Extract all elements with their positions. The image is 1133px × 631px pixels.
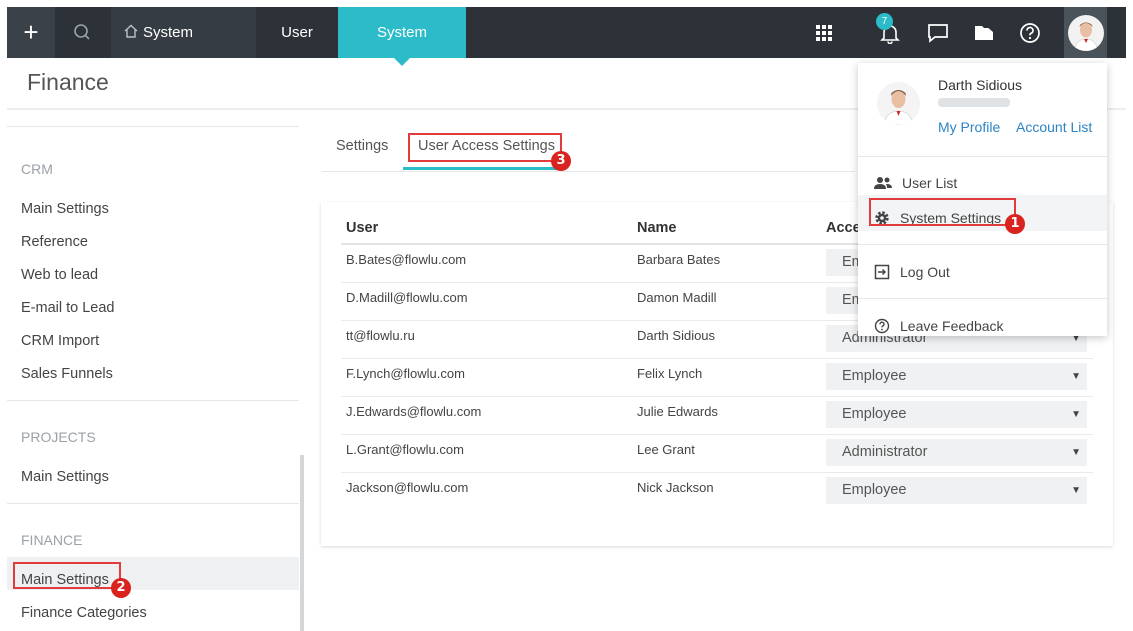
logout-icon [874,264,890,280]
access-select[interactable]: Employee ▼ [826,363,1087,390]
dropdown-avatar [877,82,920,125]
menu-item-label: Log Out [900,264,950,280]
callout-box-system-settings [869,198,1016,226]
sidebar-item-email-to-lead[interactable]: E-mail to Lead [21,300,115,316]
sidebar-divider [7,503,299,504]
callout-number-1: 1 [1005,214,1025,234]
user-email: F.Lynch@flowlu.com [346,366,465,381]
access-value: Employee [842,406,907,422]
user-email: D.Madill@flowlu.com [346,290,468,305]
sidebar-section-projects: PROJECTS [21,429,96,445]
sidebar-divider [7,400,299,401]
user-name: Julie Edwards [637,404,718,419]
access-select[interactable]: Employee ▼ [826,477,1087,504]
account-list-link[interactable]: Account List [1016,119,1092,135]
dropdown-divider [858,244,1107,245]
search-icon [74,24,90,40]
user-email: J.Edwards@flowlu.com [346,404,482,419]
column-header-name: Name [637,220,677,236]
tab-settings[interactable]: Settings [336,138,388,154]
chat-button[interactable] [916,7,960,58]
sidebar: CRM Main Settings Reference Web to lead … [7,110,305,631]
home-icon [124,24,138,38]
notification-badge: 7 [876,13,893,30]
menu-item-leave-feedback[interactable]: Leave Feedback [874,318,1004,334]
sidebar-section-crm: CRM [21,161,53,177]
caret-down-icon: ▼ [1071,447,1081,458]
help-circle-icon [874,318,890,334]
column-header-user: User [346,220,379,236]
dropdown-user-name: Darth Sidious [938,77,1023,93]
apps-grid-icon [816,24,832,41]
sidebar-item-projects-main-settings[interactable]: Main Settings [21,469,109,485]
row-divider [341,472,1093,473]
avatar-button[interactable] [1064,7,1107,58]
dropdown-divider [858,156,1107,157]
user-email: tt@flowlu.ru [346,328,415,343]
tab-system-settings-active[interactable]: System Settings [338,7,466,92]
dropdown-divider [858,298,1107,299]
help-button[interactable] [1008,7,1052,58]
user-name: Nick Jackson [637,480,714,495]
apps-grid-button[interactable] [802,7,846,58]
tab-user-list[interactable]: User List [256,7,338,92]
tab-home-system-settings[interactable]: System Settings [111,7,256,92]
users-icon [874,177,892,189]
blurred-email [938,98,1010,107]
access-select[interactable]: Administrator ▼ [826,439,1087,466]
documents-button[interactable] [962,7,1006,58]
menu-item-log-out[interactable]: Log Out [874,264,950,280]
callout-box-main-settings [13,562,121,589]
sidebar-scrollbar[interactable] [300,455,304,631]
search-button[interactable] [55,7,111,58]
caret-down-icon: ▼ [1071,409,1081,420]
chat-icon [928,23,948,43]
access-select[interactable]: Employee ▼ [826,401,1087,428]
access-value: Employee [842,368,907,384]
callout-number-3: 3 [551,151,571,171]
callout-box-user-access-settings [408,133,562,162]
sidebar-item-reference[interactable]: Reference [21,234,88,250]
sidebar-item-sales-funnels[interactable]: Sales Funnels [21,366,113,382]
tab-active-indicator [403,167,560,170]
sidebar-section-finance: FINANCE [21,532,83,548]
user-name: Barbara Bates [637,252,721,267]
notifications-button[interactable]: 7 [868,7,912,58]
access-value: Employee [842,482,907,498]
sidebar-divider [7,126,299,127]
row-divider [341,358,1093,359]
caret-down-icon: ▼ [1071,371,1081,382]
top-bar: + System Settings User List System Setti… [7,7,1126,92]
access-value: Administrator [842,444,928,460]
menu-item-user-list[interactable]: User List [874,175,957,191]
user-email: L.Grant@flowlu.com [346,442,464,457]
user-email: B.Bates@flowlu.com [346,252,467,267]
tabs-divider [322,171,855,172]
user-email: Jackson@flowlu.com [346,480,469,495]
row-divider [341,434,1093,435]
user-name: Felix Lynch [637,366,703,381]
page-title: Finance [27,69,109,95]
callout-number-2: 2 [111,578,131,598]
folder-icon [975,25,993,40]
user-name: Lee Grant [637,442,695,457]
app-frame: + System Settings User List System Setti… [7,7,1126,631]
sidebar-item-web-to-lead[interactable]: Web to lead [21,267,98,283]
my-profile-link[interactable]: My Profile [938,119,1000,135]
plus-icon[interactable]: + [7,7,55,58]
caret-down-icon: ▼ [1071,485,1081,496]
menu-item-label: User List [902,175,958,191]
menu-item-label: Leave Feedback [900,318,1004,334]
sidebar-item-crm-import[interactable]: CRM Import [21,333,99,349]
sidebar-item-finance-categories[interactable]: Finance Categories [21,605,147,621]
avatar [1067,14,1104,51]
row-divider [341,396,1093,397]
user-name: Damon Madill [637,290,717,305]
help-icon [1020,22,1040,43]
user-name: Darth Sidious [637,328,716,343]
sidebar-item-crm-main-settings[interactable]: Main Settings [21,201,109,217]
